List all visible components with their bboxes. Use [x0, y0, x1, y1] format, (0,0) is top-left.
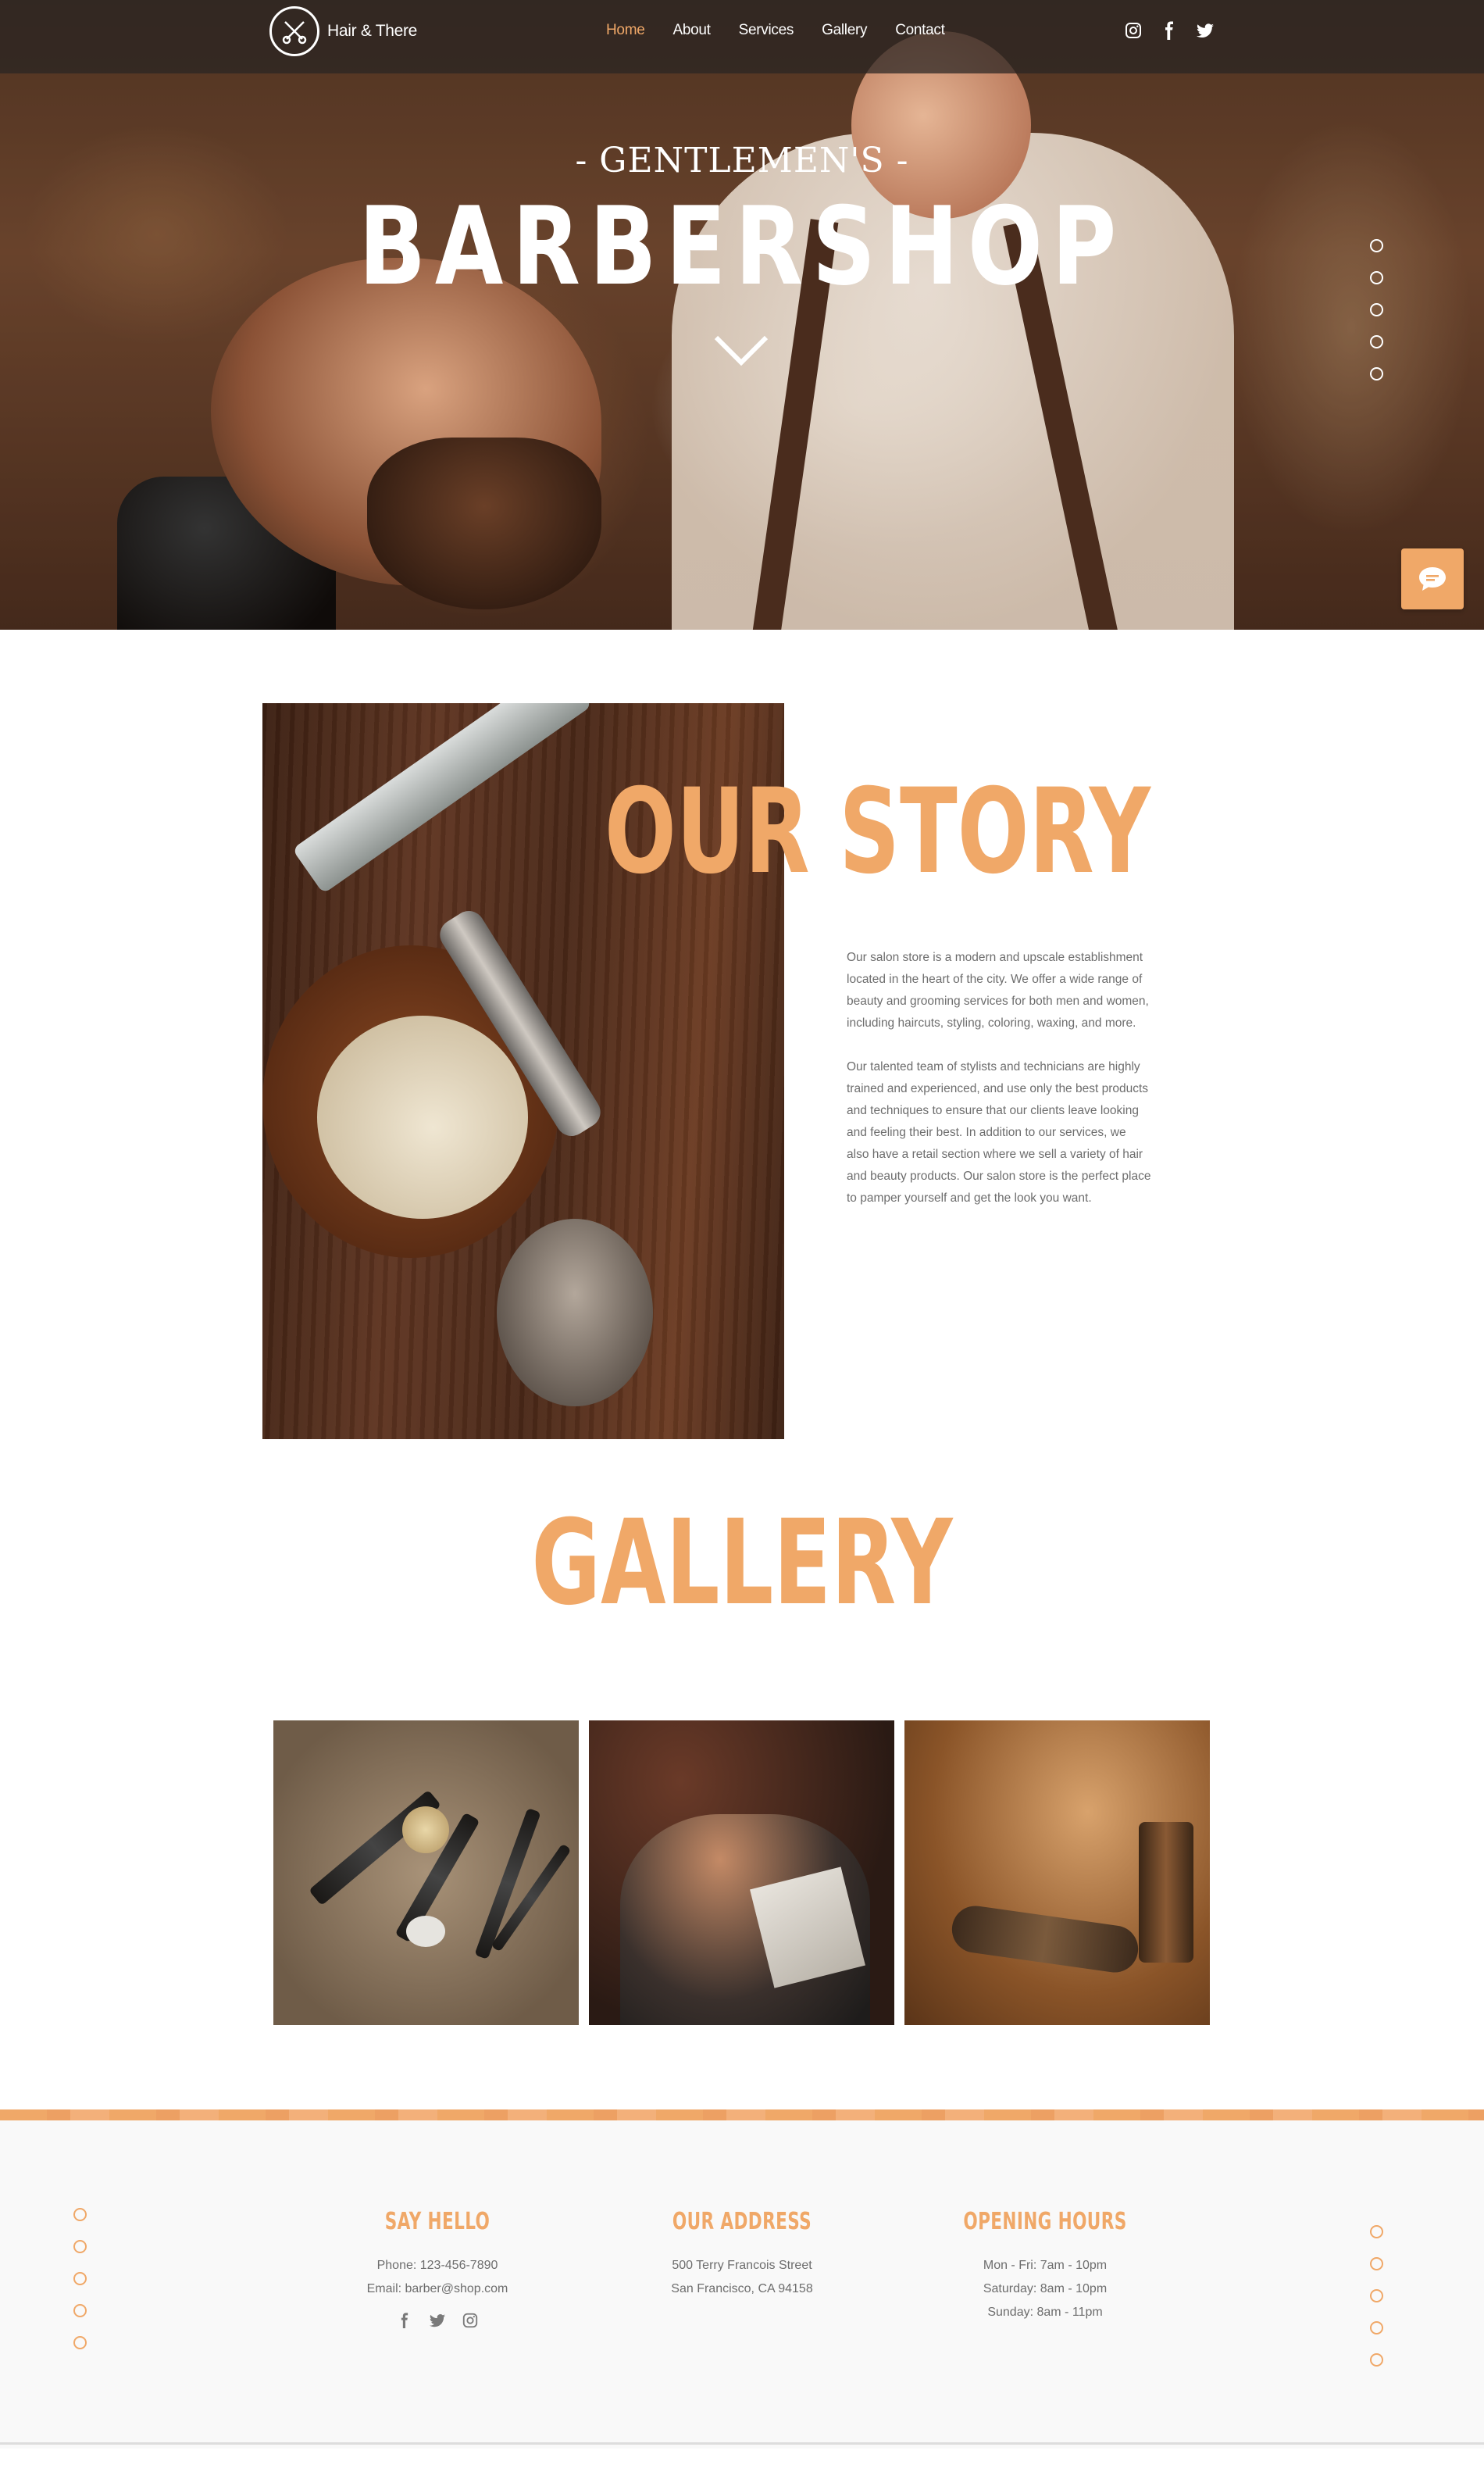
decor-dot [1370, 2321, 1383, 2334]
social-links-header [1122, 19, 1217, 42]
decor-dot [73, 2240, 87, 2253]
decor-dot [1370, 2257, 1383, 2270]
nav-home[interactable]: Home [606, 22, 645, 39]
nav-contact[interactable]: Contact [895, 22, 945, 39]
decor-dot [73, 2304, 87, 2317]
hero-title: BARBERSHOP [359, 184, 1125, 309]
footer: SAY HELLO Phone: 123-456-7890 Email: bar… [0, 2120, 1484, 2449]
gallery-image-tools[interactable] [273, 1720, 579, 2025]
footer-dots-right [1370, 2225, 1383, 2367]
phone-text: Phone: 123-456-7890 [376, 2259, 498, 2272]
twitter-icon[interactable] [427, 2310, 448, 2331]
address-title: OUR ADDRESS [672, 2208, 812, 2235]
footer-address: OUR ADDRESS 500 Terry Francois Street Sa… [609, 2208, 875, 2301]
shaving-brush-shape [497, 1219, 653, 1406]
gallery-image-client[interactable] [589, 1720, 894, 2025]
story-text: Our salon store is a modern and upscale … [847, 947, 1151, 1209]
email-text[interactable]: Email: barber@shop.com [305, 2277, 570, 2301]
social-links-footer [305, 2310, 570, 2331]
twitter-icon[interactable] [1193, 19, 1217, 42]
gallery-title: GALLERY [531, 1495, 953, 1631]
hours-line: Mon - Fri: 7am - 10pm [983, 2259, 1108, 2272]
section-nav-dots [1370, 239, 1383, 380]
gallery-image-scissors[interactable] [904, 1720, 1210, 2025]
decor-dot [73, 2208, 87, 2221]
say-hello-title: SAY HELLO [384, 2208, 491, 2235]
footer-divider-band [0, 2109, 1484, 2120]
hero-heading: - GENTLEMEN'S - BARBERSHOP [0, 141, 1484, 301]
hero-subtitle: - GENTLEMEN'S - [575, 141, 909, 180]
nav-services[interactable]: Services [739, 22, 794, 39]
facebook-icon[interactable] [1158, 19, 1181, 42]
story-paragraph: Our talented team of stylists and techni… [847, 1060, 1151, 1205]
hours-title: OPENING HOURS [963, 2208, 1127, 2235]
facebook-icon[interactable] [394, 2310, 415, 2331]
decor-dot [1370, 2225, 1383, 2238]
instagram-icon[interactable] [1122, 19, 1145, 42]
story-title: OUR STORY [605, 764, 1150, 900]
brand-name: Hair & There [327, 22, 418, 40]
story-paragraph: Our salon store is a modern and upscale … [847, 951, 1149, 1030]
gallery-grid [273, 1720, 1210, 2025]
hero-client-beard [367, 438, 601, 609]
page-bottom-border [0, 2442, 1484, 2445]
hours-line: Sunday: 8am - 11pm [987, 2306, 1103, 2319]
address-line: San Francisco, CA 94158 [671, 2282, 813, 2295]
nav-about[interactable]: About [672, 22, 710, 39]
footer-opening-hours: OPENING HOURS Mon - Fri: 7am - 10pm Satu… [912, 2208, 1178, 2324]
section-dot[interactable] [1370, 271, 1383, 284]
chat-bubble-icon [1419, 567, 1446, 591]
decor-dot [1370, 2353, 1383, 2367]
hours-line: Saturday: 8am - 10pm [983, 2282, 1108, 2295]
main-menu: Home About Services Gallery Contact [606, 22, 945, 39]
hero-section: - GENTLEMEN'S - BARBERSHOP [0, 0, 1484, 630]
chat-button[interactable] [1401, 548, 1464, 609]
scissors-logo-icon [269, 6, 319, 56]
scroll-down-icon[interactable] [713, 333, 769, 371]
section-dot[interactable] [1370, 335, 1383, 348]
section-dot[interactable] [1370, 303, 1383, 316]
shaving-soap-shape [317, 1016, 528, 1219]
section-dot[interactable] [1370, 367, 1383, 380]
decor-dot [73, 2272, 87, 2285]
decor-dot [73, 2336, 87, 2349]
section-dot[interactable] [1370, 239, 1383, 252]
top-navigation-bar: Hair & There Home About Services Gallery… [0, 0, 1484, 73]
footer-dots-left [73, 2208, 87, 2349]
footer-say-hello: SAY HELLO Phone: 123-456-7890 Email: bar… [305, 2208, 570, 2331]
instagram-icon[interactable] [460, 2310, 480, 2331]
decor-dot [1370, 2289, 1383, 2302]
nav-gallery[interactable]: Gallery [822, 22, 867, 39]
address-line: 500 Terry Francois Street [672, 2259, 812, 2272]
site-logo[interactable]: Hair & There [269, 6, 417, 56]
